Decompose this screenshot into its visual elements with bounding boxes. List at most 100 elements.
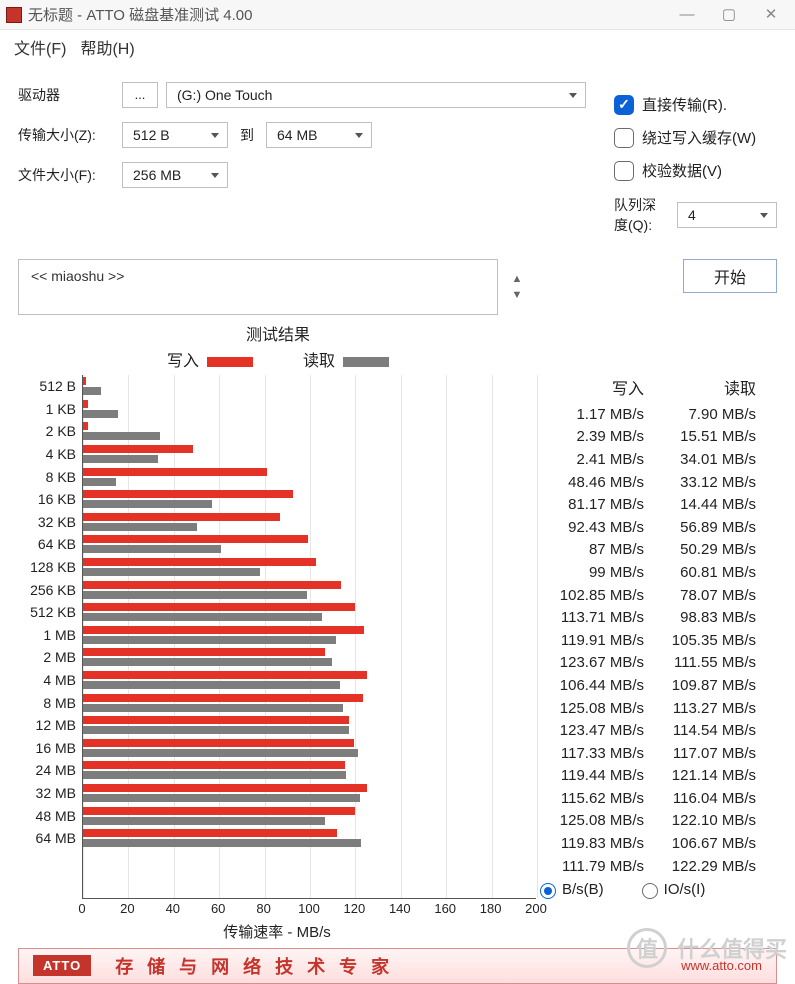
- table-row: 119.44 MB/s121.14 MB/s: [540, 765, 764, 788]
- queue-depth-select[interactable]: 4: [677, 202, 777, 228]
- table-row: 87 MB/s50.29 MB/s: [540, 539, 764, 562]
- bar-write: [83, 558, 316, 566]
- y-label: 8 KB: [18, 465, 76, 488]
- y-label: 4 MB: [18, 669, 76, 692]
- results-area: 测试结果 写入 读取 512 B1 KB2 KB4 KB8 KB16 KB32 …: [0, 315, 795, 942]
- bar-write: [83, 648, 325, 656]
- table-row: 119.91 MB/s105.35 MB/s: [540, 629, 764, 652]
- radio-bs[interactable]: B/s(B): [540, 881, 604, 898]
- bar-write: [83, 490, 293, 498]
- bypass-cache-label: 绕过写入缓存(W): [642, 127, 756, 148]
- y-label: 12 MB: [18, 714, 76, 737]
- bar-write: [83, 445, 193, 453]
- bar-write: [83, 468, 267, 476]
- table-row: 2.41 MB/s34.01 MB/s: [540, 448, 764, 471]
- direct-io-checkbox[interactable]: [614, 95, 634, 115]
- bar-write: [83, 535, 308, 543]
- transfer-from-select[interactable]: 512 B: [122, 122, 228, 148]
- max-button[interactable]: ▢: [717, 7, 741, 22]
- bar-read: [83, 387, 101, 395]
- min-button[interactable]: —: [675, 7, 699, 22]
- y-label: 2 KB: [18, 420, 76, 443]
- chart: 512 B1 KB2 KB4 KB8 KB16 KB32 KB64 KB128 …: [18, 375, 536, 899]
- verify-data-checkbox[interactable]: [614, 161, 634, 181]
- table-row: 125.08 MB/s122.10 MB/s: [540, 810, 764, 833]
- table-row: 125.08 MB/s113.27 MB/s: [540, 697, 764, 720]
- menu-help[interactable]: 帮助(H): [80, 35, 134, 59]
- file-size-label: 文件大小(F):: [18, 165, 114, 185]
- desc-spin-down-icon[interactable]: ▼: [510, 288, 524, 302]
- y-label: 16 KB: [18, 488, 76, 511]
- x-tick: 0: [78, 901, 85, 916]
- table-row: 123.47 MB/s114.54 MB/s: [540, 719, 764, 742]
- col-read: 读取: [652, 375, 764, 399]
- y-label: 2 MB: [18, 646, 76, 669]
- bar-read: [83, 545, 221, 553]
- y-label: 64 MB: [18, 827, 76, 850]
- atto-logo: ATTO: [33, 955, 91, 976]
- bar-write: [83, 626, 364, 634]
- transfer-size-label: 传输大小(Z):: [18, 125, 114, 145]
- x-tick: 160: [434, 901, 456, 916]
- y-label: 1 MB: [18, 624, 76, 647]
- bar-write: [83, 784, 367, 792]
- y-label: 24 MB: [18, 759, 76, 782]
- table-row: 113.71 MB/s98.83 MB/s: [540, 606, 764, 629]
- table-row: 102.85 MB/s78.07 MB/s: [540, 584, 764, 607]
- drive-label: 驱动器: [18, 85, 114, 105]
- desc-spin-up-icon[interactable]: ▲: [510, 272, 524, 286]
- y-label: 16 MB: [18, 737, 76, 760]
- radio-io[interactable]: IO/s(I): [642, 881, 706, 898]
- bar-read: [83, 478, 116, 486]
- y-label: 64 KB: [18, 533, 76, 556]
- bar-read: [83, 839, 361, 847]
- bar-read: [83, 500, 212, 508]
- x-tick: 80: [256, 901, 270, 916]
- results-table: 写入 读取 1.17 MB/s7.90 MB/s2.39 MB/s15.51 M…: [536, 375, 764, 899]
- x-tick: 180: [480, 901, 502, 916]
- bar-read: [83, 794, 360, 802]
- bar-read: [83, 523, 197, 531]
- x-tick: 100: [298, 901, 320, 916]
- bar-write: [83, 671, 367, 679]
- table-row: 48.46 MB/s33.12 MB/s: [540, 471, 764, 494]
- bar-read: [83, 636, 336, 644]
- window-title: 无标题 - ATTO 磁盘基准测试 4.00: [28, 4, 252, 25]
- table-row: 119.83 MB/s106.67 MB/s: [540, 832, 764, 855]
- bar-write: [83, 829, 337, 837]
- bar-read: [83, 704, 343, 712]
- bar-write: [83, 422, 88, 430]
- y-label: 128 KB: [18, 556, 76, 579]
- bar-write: [83, 400, 88, 408]
- table-row: 99 MB/s60.81 MB/s: [540, 561, 764, 584]
- x-tick: 40: [166, 901, 180, 916]
- bypass-cache-checkbox[interactable]: [614, 128, 634, 148]
- drive-select[interactable]: (G:) One Touch: [166, 82, 586, 108]
- bar-read: [83, 771, 346, 779]
- x-axis-title: 传输速率 - MB/s: [18, 921, 536, 942]
- queue-depth-label: 队列深度(Q):: [614, 195, 669, 235]
- bar-read: [83, 568, 260, 576]
- y-label: 8 MB: [18, 691, 76, 714]
- browse-button[interactable]: ...: [122, 82, 158, 108]
- y-label: 1 KB: [18, 398, 76, 421]
- x-tick: 120: [344, 901, 366, 916]
- close-button[interactable]: ✕: [759, 7, 783, 22]
- description-input[interactable]: << miaoshu >>: [18, 259, 498, 315]
- to-word: 到: [240, 125, 254, 145]
- y-label: 4 KB: [18, 443, 76, 466]
- bar-read: [83, 726, 349, 734]
- table-row: 92.43 MB/s56.89 MB/s: [540, 516, 764, 539]
- transfer-to-select[interactable]: 64 MB: [266, 122, 372, 148]
- table-row: 81.17 MB/s14.44 MB/s: [540, 493, 764, 516]
- table-row: 111.79 MB/s122.29 MB/s: [540, 855, 764, 878]
- menu-file[interactable]: 文件(F): [14, 35, 66, 59]
- table-row: 123.67 MB/s111.55 MB/s: [540, 652, 764, 675]
- watermark: 值 什么值得买: [627, 928, 787, 968]
- start-button[interactable]: 开始: [683, 259, 777, 293]
- table-row: 115.62 MB/s116.04 MB/s: [540, 787, 764, 810]
- file-size-select[interactable]: 256 MB: [122, 162, 228, 188]
- app-icon: [6, 7, 22, 23]
- legend: 写入 读取: [18, 347, 538, 371]
- bar-read: [83, 658, 332, 666]
